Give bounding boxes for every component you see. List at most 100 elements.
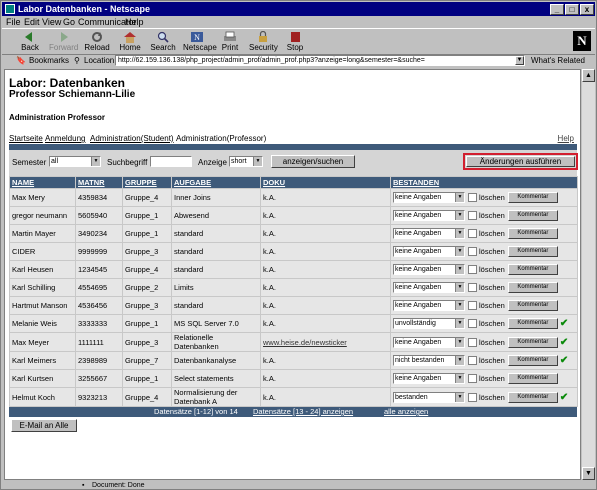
back-button[interactable]: Back — [16, 31, 44, 52]
nav-anmeldung[interactable]: Anmeldung — [45, 134, 85, 143]
menu-edit[interactable]: Edit — [24, 16, 40, 28]
comment-button[interactable]: Kommentar — [507, 391, 558, 403]
menu-go[interactable]: Go — [63, 16, 75, 28]
nav-admin-student[interactable]: Administration(Student) — [90, 134, 174, 143]
delete-checkbox[interactable] — [468, 211, 477, 220]
delete-checkbox[interactable] — [468, 247, 477, 256]
status-select[interactable]: keine Angaben ▼ — [393, 300, 465, 311]
delete-checkbox[interactable] — [468, 283, 477, 292]
status-select[interactable]: bestanden ▼ — [393, 391, 465, 403]
cell-aufgabe: standard — [171, 242, 261, 261]
help-link[interactable]: Help — [558, 134, 574, 143]
minimize-button[interactable]: _ — [550, 4, 564, 15]
status-icon: ▪ — [82, 482, 85, 489]
comment-button[interactable]: Kommentar — [507, 228, 558, 239]
chevron-down-icon: ▼ — [455, 193, 464, 202]
cell-matnr: 1111111 — [75, 332, 123, 352]
comment-button[interactable]: Kommentar — [507, 192, 558, 203]
status-select[interactable]: keine Angaben ▼ — [393, 373, 465, 384]
cell-name: Melanie Weis — [9, 314, 76, 333]
reload-button[interactable]: Reload — [83, 31, 111, 52]
cell-bestanden: keine Angaben ▼ löschen Kommentar — [390, 224, 578, 243]
status-select[interactable]: keine Angaben ▼ — [393, 246, 465, 257]
status-select[interactable]: unvollständig ▼ — [393, 318, 465, 329]
status-select[interactable]: keine Angaben ▼ — [393, 228, 465, 239]
page-title: Labor: Datenbanken — [9, 76, 126, 90]
delete-checkbox[interactable] — [468, 301, 477, 310]
comment-button[interactable]: Kommentar — [507, 264, 558, 275]
delete-checkbox[interactable] — [468, 337, 477, 347]
status-text: Document: Done — [92, 482, 145, 489]
nav-startseite[interactable]: Startseite — [9, 134, 43, 143]
col-matnr-header[interactable]: MATNR — [75, 176, 123, 189]
bookmark-icon[interactable]: 🔖 — [16, 54, 26, 67]
comment-button[interactable]: Kommentar — [507, 373, 558, 384]
delete-checkbox[interactable] — [468, 374, 477, 383]
apply-changes-button[interactable]: Änderungen ausführen — [466, 156, 575, 167]
delete-checkbox[interactable] — [468, 392, 477, 402]
comment-button[interactable]: Kommentar — [507, 355, 558, 366]
semester-select[interactable]: all ▼ — [49, 156, 101, 167]
comment-button[interactable]: Kommentar — [507, 318, 558, 329]
menu-file[interactable]: File — [6, 16, 21, 28]
comment-button[interactable]: Kommentar — [507, 210, 558, 221]
col-name-header[interactable]: NAME — [9, 176, 76, 189]
search-button[interactable]: Search — [149, 31, 177, 52]
menu-view[interactable]: View — [42, 16, 61, 28]
status-value: keine Angaben — [395, 302, 442, 309]
svg-text:N: N — [194, 33, 200, 42]
col-doku-header[interactable]: DOKU — [260, 176, 391, 189]
status-select[interactable]: keine Angaben ▼ — [393, 210, 465, 221]
email-all-button[interactable]: E-Mail an Alle — [11, 419, 77, 432]
whats-related-button[interactable]: What's Related — [531, 54, 585, 67]
status-select[interactable]: nicht bestanden ▼ — [393, 355, 465, 366]
security-button[interactable]: Security — [249, 31, 278, 52]
comment-button[interactable]: Kommentar — [507, 336, 558, 348]
scroll-up-icon[interactable]: ▲ — [582, 69, 595, 82]
status-select[interactable]: keine Angaben ▼ — [393, 282, 465, 293]
show-search-button[interactable]: anzeigen/suchen — [271, 155, 355, 168]
pagination-all-link[interactable]: alle anzeigen — [384, 407, 428, 417]
delete-checkbox[interactable] — [468, 356, 477, 365]
close-button[interactable]: x — [580, 4, 594, 15]
stop-button[interactable]: Stop — [281, 31, 309, 52]
col-bestanden-header[interactable]: BESTANDEN — [390, 176, 578, 189]
forward-button[interactable]: Forward — [49, 31, 78, 52]
cell-doku[interactable]: www.heise.de/newsticker — [260, 332, 391, 352]
cell-bestanden: keine Angaben ▼ löschen Kommentar — [390, 296, 578, 315]
display-value: short — [231, 158, 247, 165]
comment-button[interactable]: Kommentar — [507, 246, 558, 257]
menu-help[interactable]: Help — [125, 16, 144, 28]
pagination-next-link[interactable]: Datensätze [13 - 24] anzeigen — [253, 407, 353, 417]
status-select[interactable]: keine Angaben ▼ — [393, 192, 465, 203]
vertical-scrollbar[interactable]: ▲ ▼ — [581, 69, 595, 480]
print-button[interactable]: Print — [216, 31, 244, 52]
home-button[interactable]: Home — [116, 31, 144, 52]
forward-arrow-icon — [61, 32, 68, 42]
comment-button[interactable]: Kommentar — [507, 300, 558, 311]
scroll-down-icon[interactable]: ▼ — [582, 467, 595, 480]
delete-label: löschen — [479, 374, 505, 383]
delete-checkbox[interactable] — [468, 265, 477, 274]
col-gruppe-header[interactable]: GRUPPE — [122, 176, 172, 189]
display-select[interactable]: short ▼ — [229, 156, 263, 167]
delete-checkbox[interactable] — [468, 229, 477, 238]
cell-matnr: 4359834 — [75, 188, 123, 207]
search-input[interactable] — [150, 156, 192, 167]
status-select[interactable]: keine Angaben ▼ — [393, 336, 465, 348]
print-label: Print — [221, 43, 239, 52]
cell-aufgabe: MS SQL Server 7.0 — [171, 314, 261, 333]
netscape-logo: N — [573, 31, 591, 51]
status-select[interactable]: keine Angaben ▼ — [393, 264, 465, 275]
url-dropdown-icon[interactable]: ▼ — [515, 56, 524, 65]
cell-matnr: 3490234 — [75, 224, 123, 243]
comment-button[interactable]: Kommentar — [507, 282, 558, 293]
delete-checkbox[interactable] — [468, 319, 477, 328]
maximize-button[interactable]: □ — [565, 4, 579, 15]
col-aufgabe-header[interactable]: AUFGABE — [171, 176, 261, 189]
netscape-button[interactable]: N Netscape — [183, 31, 217, 52]
delete-checkbox[interactable] — [468, 193, 477, 202]
url-input[interactable]: http://62.159.136.138/php_project/admin_… — [115, 55, 525, 66]
bookmarks-button[interactable]: Bookmarks — [29, 54, 69, 67]
location-bar: 🔖 Bookmarks ⚲ Location: http://62.159.13… — [2, 54, 595, 67]
